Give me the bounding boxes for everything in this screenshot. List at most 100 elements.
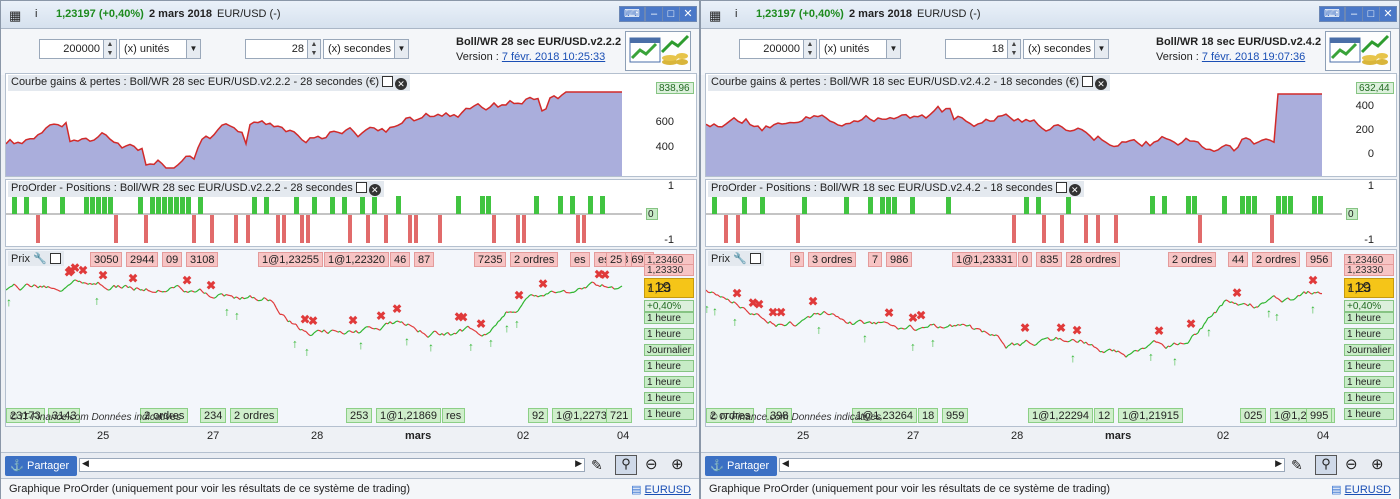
order-label[interactable]: 2 ordres: [230, 408, 279, 423]
order-label[interactable]: 1@1,21915: [1118, 408, 1184, 423]
quantity-unit-select[interactable]: (x) unités ▼: [819, 39, 901, 59]
order-label[interactable]: 253: [346, 408, 373, 423]
window-icon[interactable]: [355, 182, 367, 193]
zoom-auto-icon[interactable]: ⚲: [615, 455, 637, 475]
window-icon[interactable]: [749, 253, 761, 264]
info-icon[interactable]: i: [735, 8, 737, 20]
order-label[interactable]: 09: [162, 252, 183, 267]
horizontal-scrollbar[interactable]: ◀ ▶: [79, 458, 585, 472]
order-label[interactable]: 2 ordres: [1168, 252, 1217, 267]
zoom-in-icon[interactable]: ⊕: [1371, 455, 1384, 473]
order-label[interactable]: 9: [790, 252, 805, 267]
period-unit-select[interactable]: (x) secondes ▼: [1023, 39, 1109, 59]
close-icon[interactable]: ✕: [368, 184, 381, 196]
version-link[interactable]: 7 févr. 2018 10:25:33: [502, 51, 605, 63]
order-label[interactable]: 835: [1036, 252, 1063, 267]
order-label[interactable]: 1@1,23255: [258, 252, 324, 267]
candles-icon[interactable]: ▦: [709, 8, 721, 24]
minimize-button[interactable]: –: [645, 6, 663, 22]
order-label[interactable]: 87: [414, 252, 435, 267]
order-label[interactable]: 1@1,22320: [324, 252, 390, 267]
status-symbol[interactable]: ▤ EURUSD: [1331, 483, 1391, 496]
zoom-auto-icon[interactable]: ⚲: [1315, 455, 1337, 475]
order-label[interactable]: 46: [390, 252, 411, 267]
price-segment: [1005, 345, 1009, 349]
order-label[interactable]: 956: [1306, 252, 1333, 267]
order-label[interactable]: es: [570, 252, 590, 267]
order-label[interactable]: 25: [606, 252, 627, 267]
quantity-stepper[interactable]: ▲ ▼: [803, 40, 816, 58]
order-label[interactable]: 2944: [126, 252, 159, 267]
equity-axis: 632,44 400 200 0: [1340, 74, 1396, 176]
quantity-stepper[interactable]: ▲ ▼: [103, 40, 116, 58]
window-icon[interactable]: [1055, 182, 1067, 193]
order-label[interactable]: 721: [606, 408, 633, 423]
order-label[interactable]: 3050: [90, 252, 123, 267]
period-input[interactable]: 28 ▲ ▼: [245, 39, 321, 59]
long-bar: [868, 196, 873, 214]
info-icon[interactable]: i: [35, 8, 37, 20]
short-bar: [1012, 215, 1016, 243]
keyboard-icon[interactable]: ⌨: [1319, 6, 1345, 22]
scroll-left-icon[interactable]: ◀: [782, 458, 789, 469]
zoom-in-icon[interactable]: ⊕: [671, 455, 684, 473]
order-label[interactable]: 0: [1018, 252, 1033, 267]
close-icon[interactable]: ✕: [1068, 184, 1081, 196]
order-label[interactable]: 18: [918, 408, 939, 423]
order-label[interactable]: 28 ordres: [1066, 252, 1121, 267]
close-button[interactable]: ✕: [679, 6, 697, 22]
share-button[interactable]: Partager: [705, 456, 777, 476]
price-segment: [1113, 349, 1117, 353]
order-label[interactable]: 1@1,21869: [376, 408, 442, 423]
window-icon[interactable]: [1082, 76, 1094, 87]
close-button[interactable]: ✕: [1379, 6, 1397, 22]
period-stepper[interactable]: ▲ ▼: [307, 40, 320, 58]
order-label[interactable]: 7: [868, 252, 883, 267]
order-label[interactable]: 1@1,22294: [1028, 408, 1094, 423]
order-label[interactable]: 995: [1306, 408, 1333, 423]
status-symbol[interactable]: ▤ EURUSD: [631, 483, 691, 496]
window-icon[interactable]: [49, 253, 61, 264]
cursor-tool-icon[interactable]: ✎: [1291, 457, 1303, 474]
maximize-button[interactable]: □: [1362, 6, 1380, 22]
minimize-button[interactable]: –: [1345, 6, 1363, 22]
scroll-left-icon[interactable]: ◀: [82, 458, 89, 469]
order-label[interactable]: 025: [1240, 408, 1267, 423]
version-link[interactable]: 7 févr. 2018 19:07:36: [1202, 51, 1305, 63]
scroll-right-icon[interactable]: ▶: [1275, 458, 1282, 469]
order-label[interactable]: 959: [942, 408, 969, 423]
order-label[interactable]: res: [442, 408, 466, 423]
order-label[interactable]: 1@1,23331: [952, 252, 1018, 267]
quantity-input[interactable]: 200000 ▲ ▼: [39, 39, 117, 59]
quantity-unit-select[interactable]: (x) unités ▼: [119, 39, 201, 59]
zoom-out-icon[interactable]: ⊖: [645, 455, 658, 473]
zoom-out-icon[interactable]: ⊖: [1345, 455, 1358, 473]
window-icon[interactable]: [382, 76, 394, 87]
last-price: 1,23197 (+0,40%): [56, 8, 144, 20]
order-label[interactable]: 92: [528, 408, 549, 423]
share-button[interactable]: Partager: [5, 456, 77, 476]
order-label[interactable]: 12: [1094, 408, 1115, 423]
period-stepper[interactable]: ▲ ▼: [1007, 40, 1020, 58]
horizontal-scrollbar[interactable]: ◀ ▶: [779, 458, 1285, 472]
order-label[interactable]: 3108: [186, 252, 219, 267]
wrench-icon[interactable]: 🔧: [733, 253, 747, 265]
order-label[interactable]: 986: [886, 252, 913, 267]
cursor-tool-icon[interactable]: ✎: [591, 457, 603, 474]
price-segment: [1177, 342, 1181, 346]
order-label[interactable]: 7235: [474, 252, 507, 267]
period-unit-select[interactable]: (x) secondes ▼: [323, 39, 409, 59]
order-label[interactable]: 2 ordres: [1252, 252, 1301, 267]
order-label[interactable]: 2 ordres: [510, 252, 559, 267]
price-segment: [283, 314, 287, 319]
order-label[interactable]: 3 ordres: [808, 252, 857, 267]
period-input[interactable]: 18 ▲ ▼: [945, 39, 1021, 59]
wrench-icon[interactable]: 🔧: [33, 253, 47, 265]
scroll-right-icon[interactable]: ▶: [575, 458, 582, 469]
order-label[interactable]: 234: [200, 408, 227, 423]
order-label[interactable]: 44: [1228, 252, 1249, 267]
quantity-input[interactable]: 200000 ▲ ▼: [739, 39, 817, 59]
maximize-button[interactable]: □: [662, 6, 680, 22]
candles-icon[interactable]: ▦: [9, 8, 21, 24]
keyboard-icon[interactable]: ⌨: [619, 6, 645, 22]
